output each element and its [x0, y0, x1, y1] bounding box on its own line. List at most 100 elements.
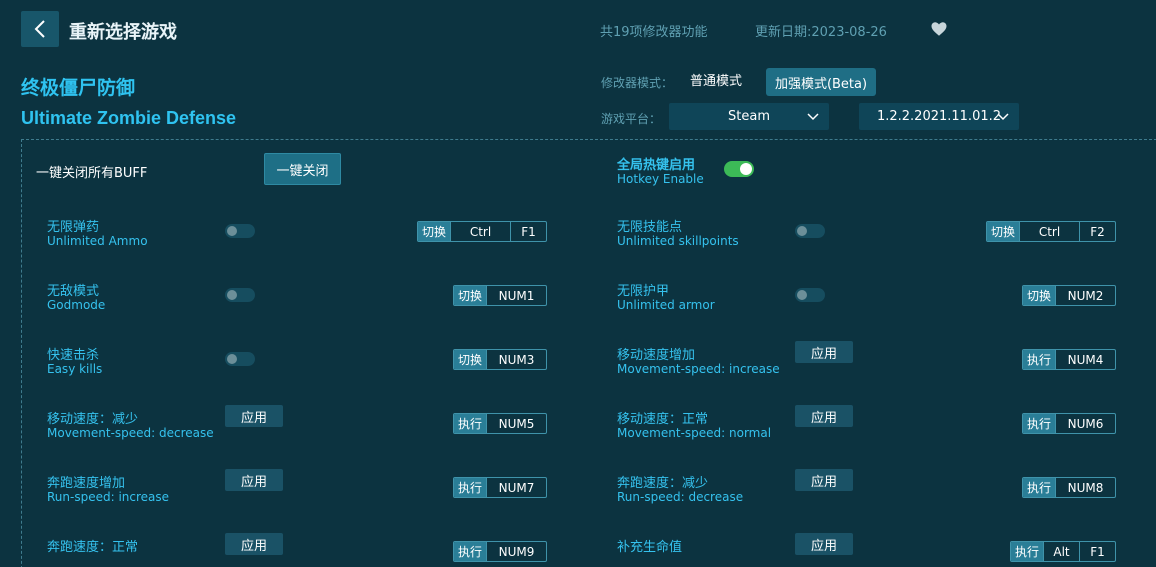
hotkey-key: F1 — [1079, 542, 1115, 561]
hotkey-key: F2 — [1079, 222, 1115, 241]
chevron-down-icon — [807, 113, 819, 121]
feature-hotkey[interactable]: 执行 NUM6 — [1022, 413, 1117, 434]
feature-label-en: Run-speed: decrease — [617, 490, 744, 504]
feature-label-zh: 移动速度：正常 — [617, 412, 709, 427]
platform-select[interactable]: Steam — [669, 103, 829, 130]
hotkey-action: 执行 — [1023, 350, 1056, 369]
feature-label-en: Unlimited Ammo — [47, 234, 148, 248]
feature-apply-button[interactable]: 应用 — [225, 533, 283, 555]
hotkey-key: F1 — [510, 222, 546, 241]
feature-label-zh: 无敌模式 — [47, 284, 100, 299]
feature-apply-button[interactable]: 应用 — [795, 405, 853, 427]
game-title-en: Ultimate Zombie Defense — [21, 108, 237, 128]
feature-hotkey[interactable]: 执行 NUM4 — [1022, 349, 1117, 370]
version-select[interactable]: 1.2.2.2021.11.01.2 — [859, 103, 1019, 130]
hotkey-action: 切换 — [1023, 286, 1056, 305]
feature-hotkey[interactable]: 切换 Ctrl F2 — [986, 221, 1117, 242]
hotkey-key: NUM9 — [486, 542, 546, 561]
hotkey-key: NUM4 — [1055, 350, 1115, 369]
hotkey-key: NUM3 — [486, 350, 546, 369]
feature-hotkey[interactable]: 执行 NUM7 — [453, 477, 548, 498]
feature-label-zh: 移动速度：减少 — [47, 412, 139, 427]
feature-toggle[interactable] — [225, 352, 255, 366]
feature-count: 共19项修改器功能 — [600, 25, 708, 40]
hotkey-action: 执行 — [1023, 414, 1056, 433]
feature-label-zh: 无限技能点 — [617, 220, 683, 235]
feature-label-zh: 补充生命值 — [617, 540, 683, 555]
toggle-knob — [227, 354, 237, 364]
feature-label-zh: 快速击杀 — [47, 348, 100, 363]
feature-toggle[interactable] — [795, 288, 825, 302]
feature-label-en: Unlimited skillpoints — [617, 234, 739, 248]
toggle-knob — [740, 163, 752, 175]
hotkey-key: NUM1 — [486, 286, 546, 305]
mode-label: 修改器模式： — [601, 76, 674, 90]
feature-toggle[interactable] — [795, 224, 825, 238]
mode-beta-button[interactable]: 加强模式(Beta) — [766, 68, 876, 96]
feature-label-zh: 无限弹药 — [47, 220, 100, 235]
feature-label-en: Unlimited armor — [617, 298, 715, 312]
feature-label-en: Movement-speed: increase — [617, 362, 780, 376]
feature-label-en: Movement-speed: normal — [617, 426, 772, 440]
feature-hotkey[interactable]: 切换 NUM3 — [453, 349, 548, 370]
toggle-knob — [227, 226, 237, 236]
feature-toggle[interactable] — [225, 288, 255, 302]
hotkey-enable-label-en: Hotkey Enable — [617, 172, 704, 186]
heart-icon[interactable] — [930, 20, 948, 38]
feature-apply-button[interactable]: 应用 — [225, 405, 283, 427]
hotkey-action: 执行 — [454, 414, 487, 433]
feature-hotkey[interactable]: 切换 NUM2 — [1022, 285, 1117, 306]
feature-hotkey[interactable]: 执行 NUM8 — [1022, 477, 1117, 498]
feature-label-zh: 移动速度增加 — [617, 348, 696, 363]
feature-label-en: Movement-speed: decrease — [47, 426, 214, 440]
hotkey-action: 执行 — [1011, 542, 1044, 561]
features-panel — [21, 139, 1156, 567]
feature-apply-button[interactable]: 应用 — [795, 341, 853, 363]
version-value: 1.2.2.2021.11.01.2 — [876, 109, 1002, 124]
hotkey-enable-toggle[interactable] — [724, 161, 754, 177]
hotkey-key: Ctrl — [1019, 222, 1079, 241]
disable-all-button[interactable]: 一键关闭 — [264, 153, 341, 185]
feature-apply-button[interactable]: 应用 — [795, 533, 853, 555]
trainer-window: 重新选择游戏 共19项修改器功能 更新日期:2023-08-26 终极僵尸防御 … — [0, 0, 1156, 567]
hotkey-key: NUM2 — [1055, 286, 1115, 305]
hotkey-action: 切换 — [454, 286, 487, 305]
feature-label-en: Godmode — [47, 298, 106, 312]
mode-normal-button[interactable]: 普通模式 — [690, 72, 742, 92]
toggle-knob — [797, 226, 807, 236]
feature-label-zh: 奔跑速度增加 — [47, 476, 126, 491]
chevron-down-icon — [997, 113, 1009, 121]
hotkey-key: NUM8 — [1055, 478, 1115, 497]
feature-label-zh: 奔跑速度：减少 — [617, 476, 709, 491]
platform-value: Steam — [728, 109, 770, 124]
hotkey-action: 执行 — [454, 542, 487, 561]
chevron-left-icon — [34, 20, 45, 38]
back-title[interactable]: 重新选择游戏 — [69, 18, 177, 44]
feature-toggle[interactable] — [225, 224, 255, 238]
feature-hotkey[interactable]: 切换 Ctrl F1 — [417, 221, 548, 242]
hotkey-action: 切换 — [454, 350, 487, 369]
hotkey-key: Ctrl — [450, 222, 510, 241]
feature-apply-button[interactable]: 应用 — [795, 469, 853, 491]
toggle-knob — [797, 290, 807, 300]
game-title-zh: 终极僵尸防御 — [21, 77, 136, 99]
feature-hotkey[interactable]: 执行 NUM9 — [453, 541, 548, 562]
feature-hotkey[interactable]: 执行 Alt F1 — [1010, 541, 1117, 562]
feature-apply-button[interactable]: 应用 — [225, 469, 283, 491]
feature-label-zh: 奔跑速度：正常 — [47, 540, 139, 555]
hotkey-key: NUM7 — [486, 478, 546, 497]
platform-label: 游戏平台： — [601, 112, 662, 126]
hotkey-enable-label-zh: 全局热键启用 — [617, 158, 696, 173]
disable-all-label: 一键关闭所有BUFF — [36, 166, 148, 181]
hotkey-action: 切换 — [987, 222, 1020, 241]
hotkey-action: 执行 — [1023, 478, 1056, 497]
hotkey-action: 切换 — [418, 222, 451, 241]
toggle-knob — [227, 290, 237, 300]
feature-hotkey[interactable]: 切换 NUM1 — [453, 285, 548, 306]
back-button[interactable] — [21, 11, 59, 47]
hotkey-key: NUM5 — [486, 414, 546, 433]
hotkey-action: 执行 — [454, 478, 487, 497]
feature-label-zh: 无限护甲 — [617, 284, 670, 299]
feature-hotkey[interactable]: 执行 NUM5 — [453, 413, 548, 434]
hotkey-key: Alt — [1043, 542, 1079, 561]
